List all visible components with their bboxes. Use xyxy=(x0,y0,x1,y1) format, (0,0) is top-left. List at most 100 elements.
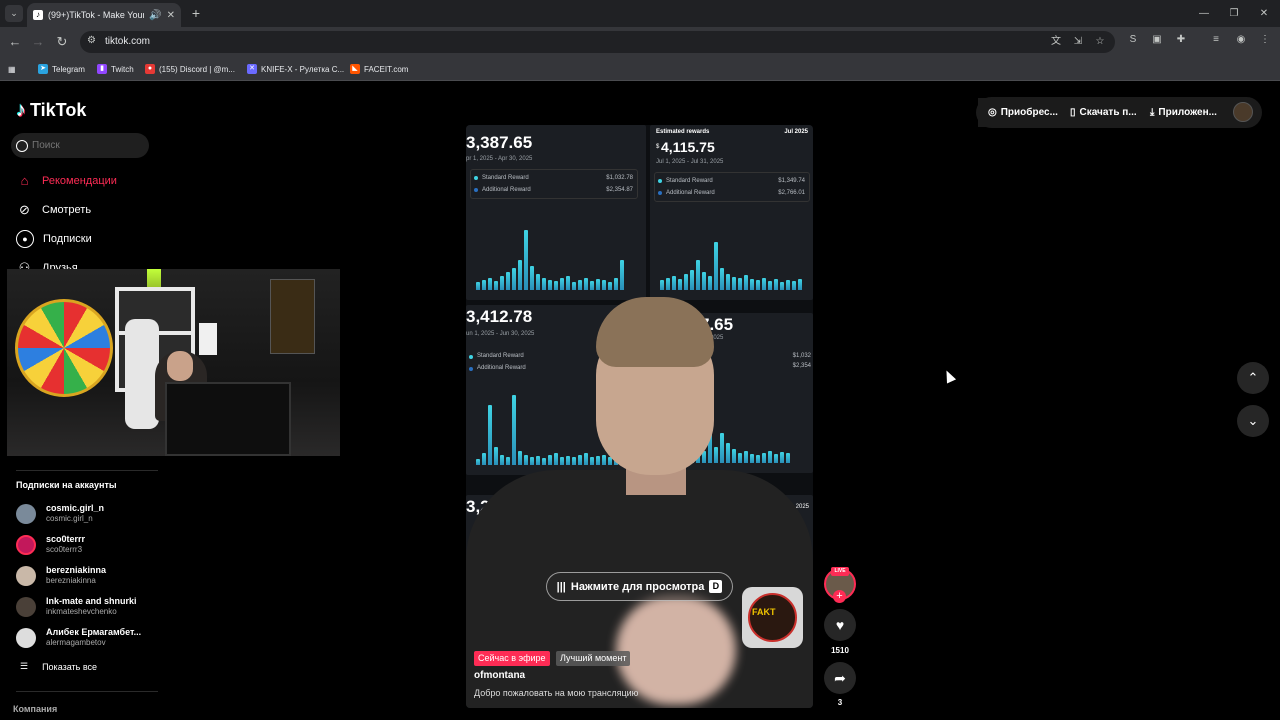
bookmark-twitch[interactable]: ▮ Twitch xyxy=(97,62,134,76)
bar-graphic xyxy=(590,457,594,465)
bar-graphic xyxy=(750,454,754,463)
menu-icon[interactable]: ⋮ xyxy=(1257,32,1273,48)
video-author[interactable]: ofmontana xyxy=(474,670,525,681)
bookmark-telegram[interactable]: ➤ Telegram xyxy=(38,62,85,76)
company-link[interactable]: Компания xyxy=(13,704,57,714)
bar-graphic xyxy=(744,275,748,290)
bar-graphic xyxy=(536,274,540,290)
extension-s-icon[interactable]: S xyxy=(1125,32,1141,48)
account-item[interactable]: Алибек Ермагамбет... alermagambetov xyxy=(16,627,141,648)
sidebar-divider xyxy=(16,691,158,692)
bar-graphic xyxy=(614,278,618,290)
bookmark-discord[interactable]: ● (155) Discord | @m... xyxy=(145,62,235,76)
bookmark-star-icon[interactable]: ☆ xyxy=(1092,34,1108,50)
puzzle-icon[interactable]: ✚ xyxy=(1173,32,1189,48)
bar-graphic xyxy=(500,276,504,290)
bar-graphic xyxy=(476,282,480,290)
bar-graphic xyxy=(548,280,552,290)
bar-graphic xyxy=(702,272,706,290)
close-window-button[interactable]: ✕ xyxy=(1254,6,1274,22)
bar-graphic xyxy=(720,268,724,290)
live-thumbnail[interactable]: FAKT xyxy=(742,587,803,648)
extension-icon[interactable]: ▣ xyxy=(1149,32,1165,48)
tap-to-watch-button[interactable]: ||| Нажмите для просмотра D xyxy=(546,572,733,601)
profile-icon[interactable]: ◉ xyxy=(1233,32,1249,48)
buy-coins-button[interactable]: ◎ Приобрес... xyxy=(978,98,1068,127)
bar-graphic xyxy=(584,453,588,465)
stream-monitor xyxy=(165,382,291,456)
bookmark-knifex[interactable]: ✕ KNIFE-X - Рулетка С... xyxy=(247,62,344,76)
account-item[interactable]: sco0terrr sco0terrr3 xyxy=(16,534,85,555)
back-button[interactable]: ← xyxy=(6,33,24,51)
bar-graphic xyxy=(572,282,576,290)
next-video-button[interactable]: ⌄ xyxy=(1237,405,1269,437)
share-button[interactable]: ➦ xyxy=(824,662,856,694)
speaker-icon[interactable]: 🔊 xyxy=(149,10,161,21)
app-button[interactable]: ⤓ Приложен... xyxy=(1140,98,1227,127)
bar-graphic xyxy=(524,230,528,290)
search-box[interactable] xyxy=(11,133,149,158)
account-item[interactable]: cosmic.girl_n cosmic.girl_n xyxy=(16,503,104,524)
user-avatar[interactable] xyxy=(1233,102,1253,122)
download-button[interactable]: ▯ Скачать п... xyxy=(1060,98,1147,127)
restore-button[interactable]: ❐ xyxy=(1224,6,1244,22)
bar-graphic xyxy=(584,278,588,290)
bar-graphic xyxy=(608,282,612,290)
following-accounts-title: Подписки на аккаунты xyxy=(16,480,117,490)
translate-icon[interactable]: 文 xyxy=(1048,34,1064,50)
apps-icon[interactable]: ▦ xyxy=(8,62,16,76)
legend-box: Standard Reward $1,032.78 Additional Rew… xyxy=(470,169,638,199)
forward-button[interactable]: → xyxy=(29,33,47,51)
search-input[interactable] xyxy=(32,140,142,151)
telegram-icon: ➤ xyxy=(38,64,48,74)
bar-graphic xyxy=(762,453,766,463)
bar-graphic xyxy=(708,276,712,290)
bar-graphic xyxy=(512,395,516,465)
nav-foryou[interactable]: ⌂ Рекомендации xyxy=(16,172,117,189)
address-bar[interactable]: ⚙ tiktok.com 文 ⇲ ☆ xyxy=(80,31,1115,53)
reading-list-icon[interactable]: ≡ xyxy=(1208,32,1224,48)
nav-explore[interactable]: ⊘ Смотреть xyxy=(16,201,91,218)
account-item[interactable]: Ink-mate and shnurki inkmateshevchenko xyxy=(16,596,137,617)
install-icon[interactable]: ⇲ xyxy=(1070,34,1086,50)
bars-icon: ||| xyxy=(556,580,566,593)
tab-search-button[interactable]: ⌄ xyxy=(5,5,23,22)
bar-graphic xyxy=(744,451,748,463)
like-button[interactable]: ♥ xyxy=(824,609,856,641)
bar-graphic xyxy=(798,279,802,290)
site-info-icon[interactable]: ⚙ xyxy=(87,35,96,46)
show-all-button[interactable]: ☰ Показать все xyxy=(20,661,97,672)
stream-overlay-video xyxy=(7,269,340,456)
live-now-badge: Сейчас в эфире xyxy=(474,651,550,666)
stream-cup xyxy=(199,323,217,355)
browser-tab[interactable]: ♪ (99+)TikTok - Make Your Da 🔊 ✕ xyxy=(27,3,181,27)
bar-graphic xyxy=(786,280,790,290)
close-tab-icon[interactable]: ✕ xyxy=(167,10,175,21)
bar-graphic xyxy=(596,456,600,465)
bar-graphic xyxy=(714,242,718,290)
minimize-button[interactable]: — xyxy=(1194,6,1214,22)
reload-button[interactable]: ↻ xyxy=(53,33,71,51)
bar-graphic xyxy=(572,457,576,465)
avatar xyxy=(16,534,36,555)
share-count: 3 xyxy=(837,698,843,707)
bar-graphic xyxy=(602,280,606,290)
bookmark-faceit[interactable]: ◣ FACEIT.com xyxy=(350,62,408,76)
bar-graphic xyxy=(536,456,540,465)
stream-poster xyxy=(270,279,315,354)
bar-graphic xyxy=(542,278,546,290)
bar-graphic xyxy=(512,268,516,290)
tiktok-logo[interactable]: ♪ TikTok xyxy=(16,99,86,122)
share-icon: ➦ xyxy=(834,669,846,686)
browser-tabstrip: ⌄ ♪ (99+)TikTok - Make Your Da 🔊 ✕ + — ❐… xyxy=(0,0,1280,27)
follow-plus-icon[interactable]: + xyxy=(833,590,846,603)
tiktok-icon: ♪ xyxy=(33,10,43,20)
discord-icon: ● xyxy=(145,64,155,74)
new-tab-button[interactable]: + xyxy=(188,5,204,21)
bar-graphic xyxy=(714,447,718,463)
previous-video-button[interactable]: ⌃ xyxy=(1237,362,1269,394)
bar-graphic xyxy=(560,278,564,290)
account-item[interactable]: berezniakinna berezniakinna xyxy=(16,565,106,586)
nav-following[interactable]: ● Подписки xyxy=(16,230,92,248)
bar-graphic xyxy=(720,433,724,463)
